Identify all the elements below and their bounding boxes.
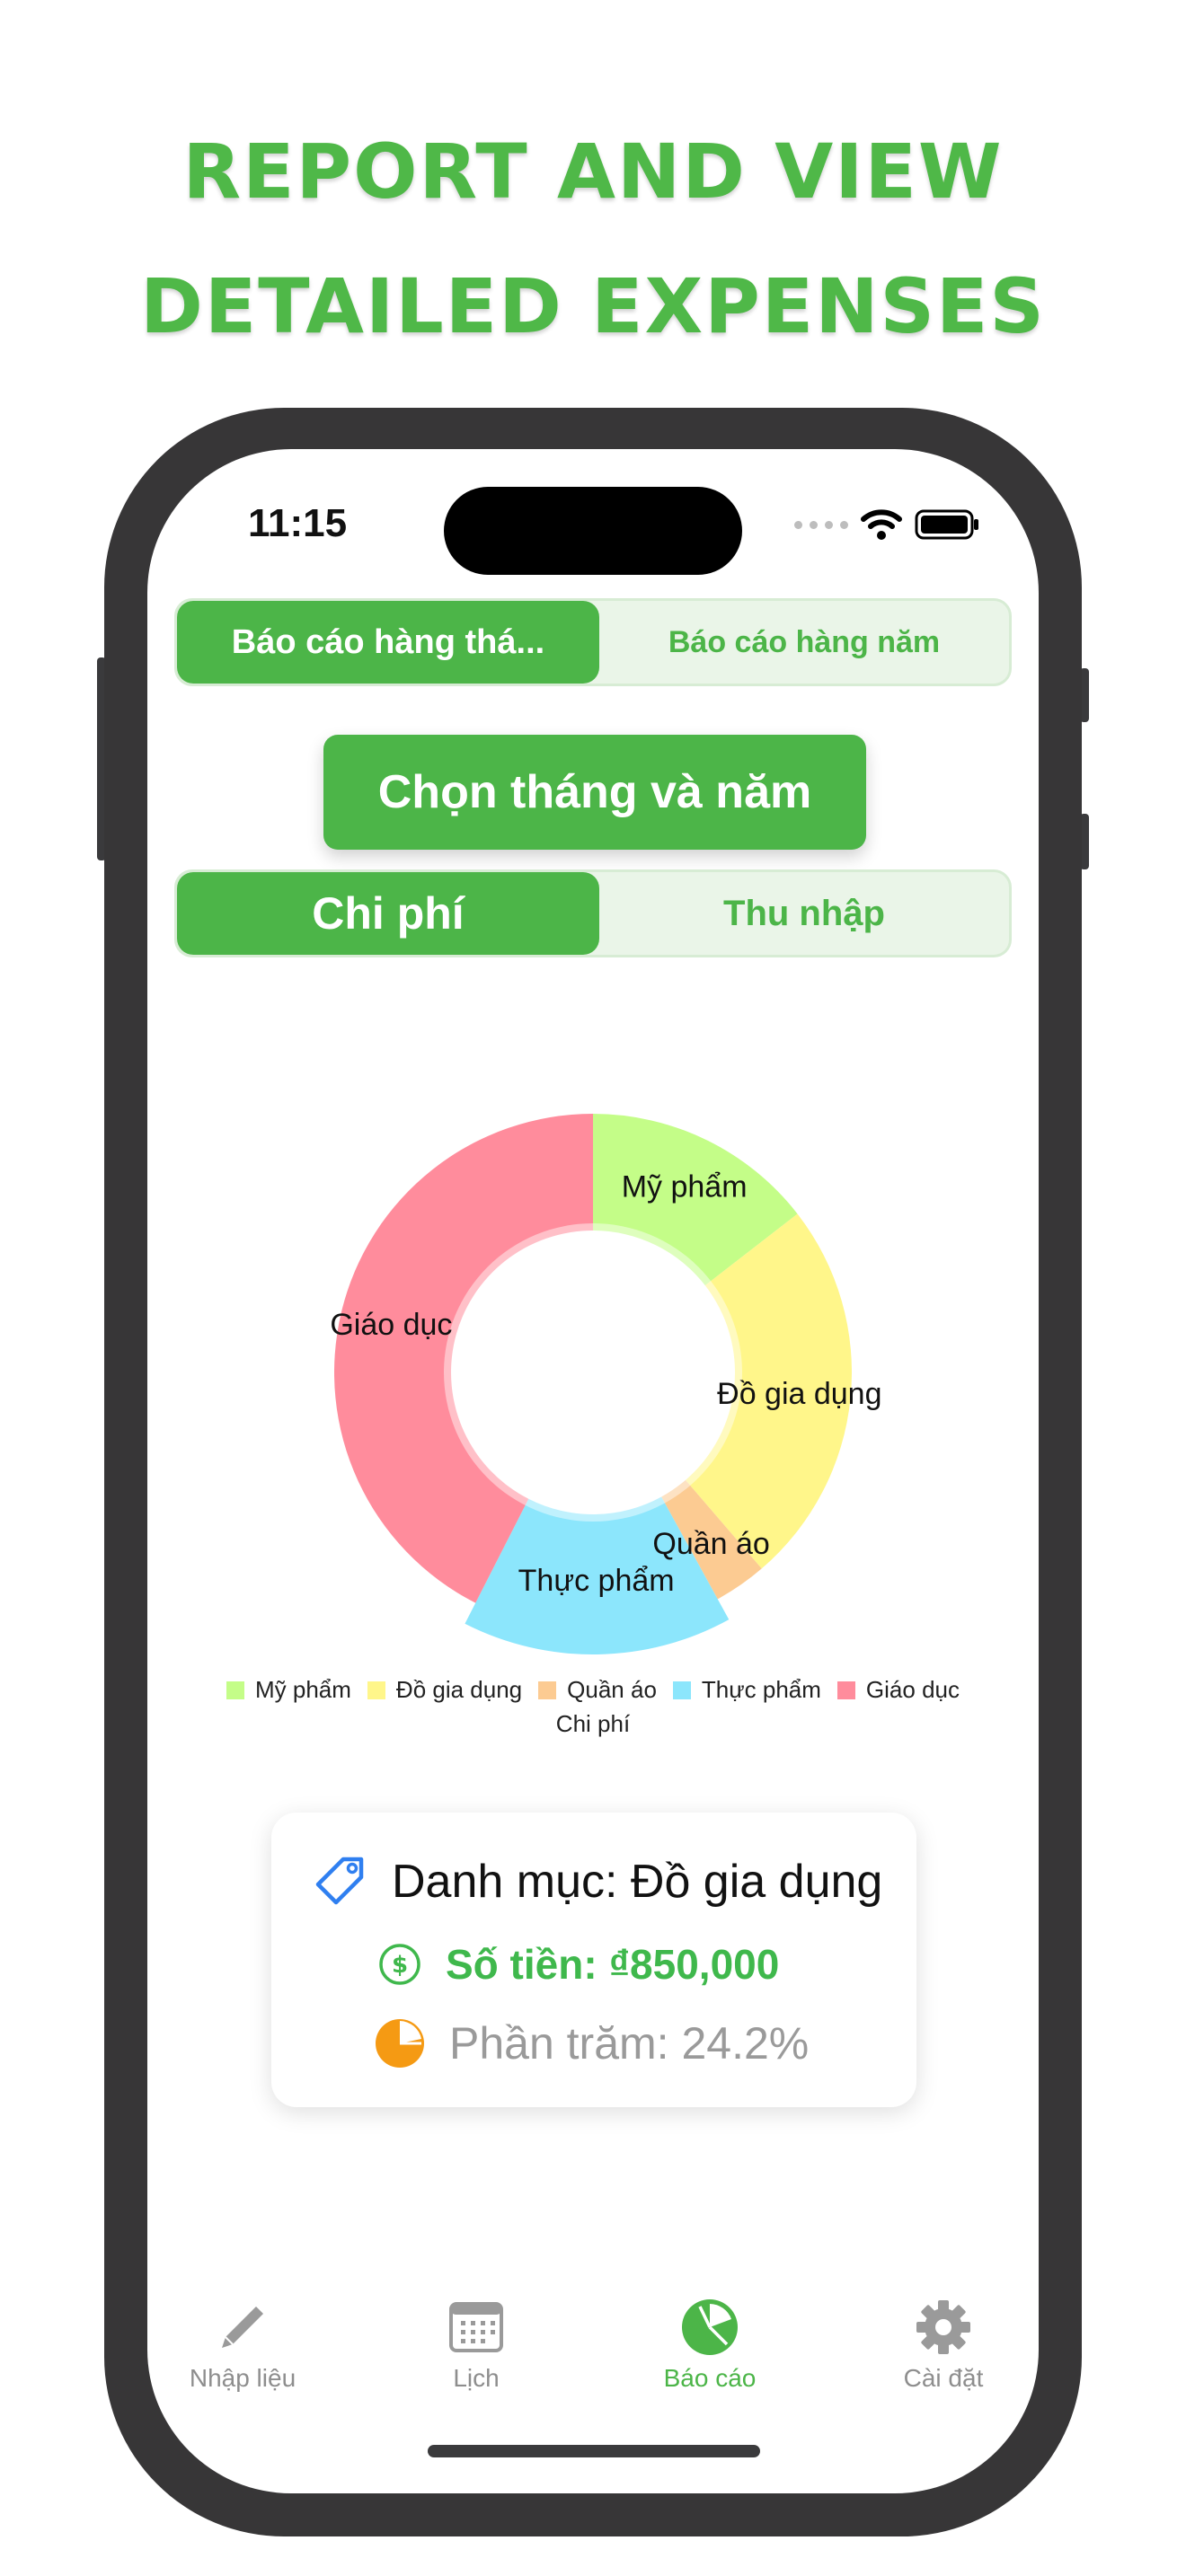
status-icons: [794, 508, 981, 541]
chart-slice-label: Mỹ phẩm: [622, 1170, 748, 1204]
phone-screen: 11:15 Báo cáo hàng thá... Báo cáo hàng n…: [147, 449, 1039, 2493]
tab-income[interactable]: Thu nhập: [599, 872, 1009, 955]
legend-caption: Chi phí: [555, 1710, 631, 1737]
tag-icon: [313, 1854, 368, 1910]
tab-label-input: Nhập liệu: [189, 2364, 296, 2392]
wifi-icon: [861, 509, 902, 540]
chart-slice-label: Giáo dục: [330, 1308, 452, 1342]
signal-dots-icon: [794, 520, 848, 529]
tab-label-report: Báo cáo: [663, 2364, 757, 2392]
chart-legend: Mỹ phẩm Đồ gia dụng Quần áo Thực phẩm Giáo d…: [147, 1676, 1039, 1704]
legend-label: Đồ gia dụng: [395, 1676, 523, 1703]
tab-label-calendar: Lịch: [453, 2364, 500, 2392]
legend-item: Giáo dục: [836, 1676, 960, 1704]
expense-income-toggle: Chi phí Thu nhập: [174, 869, 1012, 957]
report-period-toggle: Báo cáo hàng thá... Báo cáo hàng năm: [174, 598, 1012, 686]
detail-percent-row: Phần trăm: 24.2%: [374, 2017, 809, 2069]
detail-amount-row: $ Số tiền: ₫850,000: [377, 1940, 779, 1989]
chart-slice-label: Thực phẩm: [518, 1564, 675, 1598]
promo-headline-line2: DETAILED EXPENSES: [140, 262, 1046, 350]
tab-bar-input[interactable]: Nhập liệu: [153, 2296, 332, 2393]
legend-swatch: [367, 1681, 385, 1699]
chart-slice-label: Quần áo: [652, 1527, 769, 1561]
legend-label: Quần áo: [567, 1676, 657, 1703]
legend-swatch: [836, 1681, 855, 1699]
legend-label: Thực phẩm: [701, 1676, 821, 1703]
legend-swatch: [226, 1681, 244, 1699]
detail-category-label: Danh mục: Đồ gia dụng: [392, 1856, 883, 1908]
pick-month-year-button[interactable]: Chọn tháng và năm: [323, 735, 866, 850]
svg-text:$: $: [392, 1952, 408, 1979]
promo-headline-line1: REPORT AND VIEW: [182, 128, 1004, 216]
chart-slice-label: Đồ gia dụng: [717, 1377, 881, 1411]
chart-center-hole: [456, 1236, 730, 1509]
status-time: 11:15: [248, 501, 348, 545]
tab-label-settings: Cài đặt: [903, 2364, 984, 2392]
battery-icon: [915, 509, 978, 540]
tab-bar-calendar[interactable]: Lịch: [386, 2296, 566, 2393]
category-detail-card: Danh mục: Đồ gia dụng $ Số tiền: ₫850,00…: [271, 1813, 916, 2107]
tab-yearly-report[interactable]: Báo cáo hàng năm: [599, 601, 1009, 684]
pie-percent-icon: [374, 2017, 426, 2069]
pie-chart-icon: [680, 2296, 739, 2359]
dollar-circle-icon: $: [377, 1942, 422, 1987]
legend-item: Đồ gia dụng: [367, 1676, 522, 1704]
detail-percent-label: Phần trăm: 24.2%: [449, 2018, 810, 2069]
legend-item: Quần áo: [538, 1676, 657, 1704]
pencil-icon: [217, 2296, 269, 2359]
tab-expense[interactable]: Chi phí: [177, 872, 599, 955]
legend-item: Mỹ phẩm: [226, 1676, 351, 1704]
dynamic-island: [444, 487, 742, 575]
legend-label: Giáo dục: [865, 1676, 960, 1703]
gear-icon: [915, 2296, 972, 2359]
calendar-icon: [448, 2296, 504, 2359]
home-indicator: [428, 2445, 760, 2457]
tab-bar-report[interactable]: Báo cáo: [620, 2296, 800, 2393]
tab-monthly-report[interactable]: Báo cáo hàng thá...: [177, 601, 599, 684]
legend-swatch: [672, 1681, 691, 1699]
detail-category-row: Danh mục: Đồ gia dụng: [313, 1854, 882, 1910]
legend-swatch: [538, 1681, 557, 1699]
legend-label: Mỹ phẩm: [255, 1676, 351, 1703]
legend-item: Thực phẩm: [672, 1676, 821, 1704]
detail-amount-label: Số tiền: ₫850,000: [446, 1941, 780, 1988]
tab-bar-settings[interactable]: Cài đặt: [854, 2296, 1033, 2393]
